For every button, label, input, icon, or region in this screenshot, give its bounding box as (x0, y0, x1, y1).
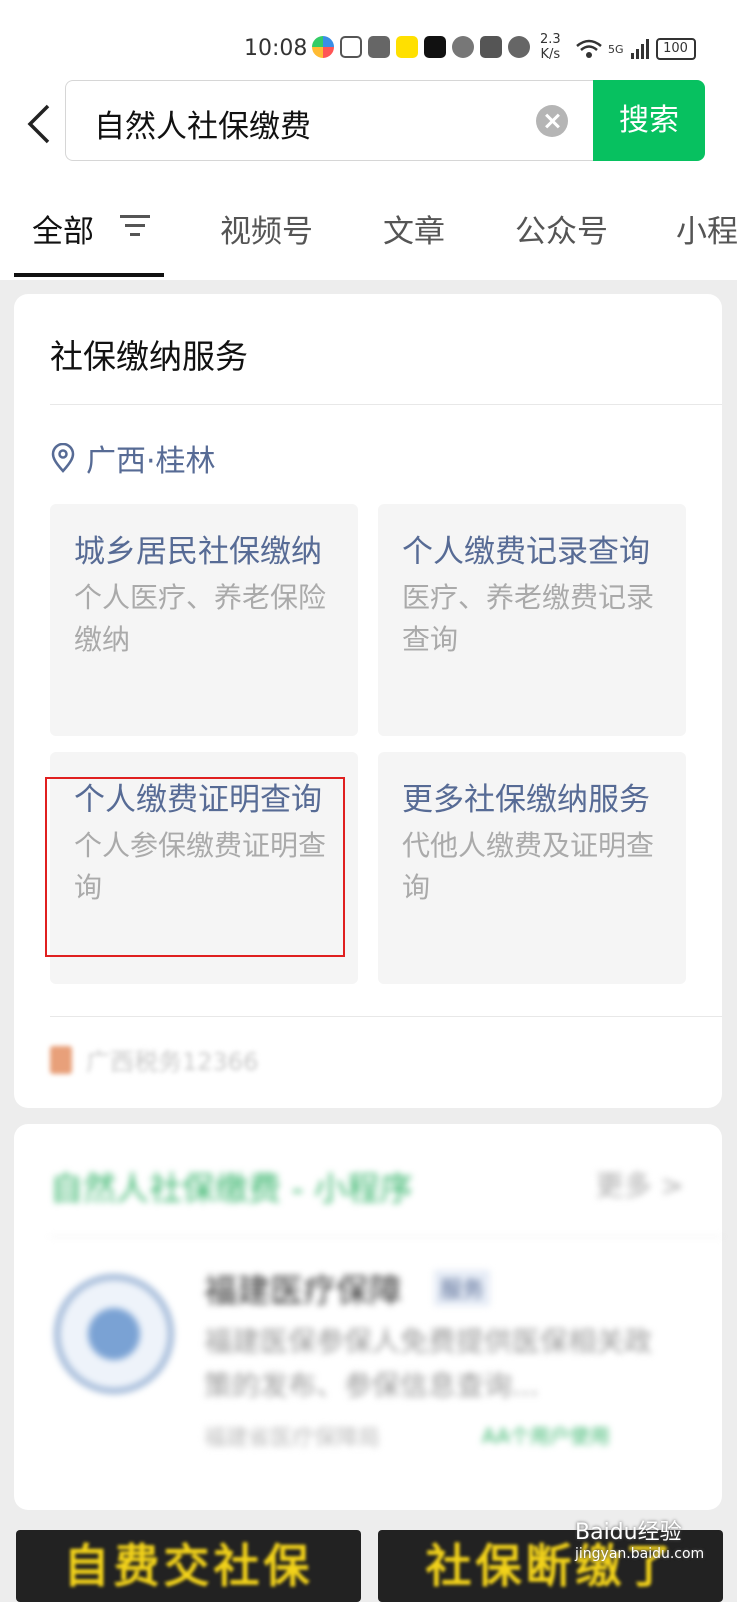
mini-program-section-title: 自然人社保缴费 - 小程序 (50, 1169, 413, 1208)
mini-program-tag: 服务 (434, 1270, 491, 1306)
app-notification-icon (312, 36, 334, 58)
alarm-icon (508, 36, 530, 58)
active-tab-indicator (14, 273, 164, 277)
mini-program-desc: 福建医保参保人免费提供医保相关政策的发布、参保信息查询... (204, 1325, 653, 1402)
mini-program-users: AA个用户使用 (482, 1424, 610, 1448)
search-button[interactable]: 搜索 (593, 80, 705, 161)
tab-channels[interactable]: 视频号 (220, 206, 313, 251)
alipay-icon (340, 36, 362, 58)
service-tile-more-services[interactable]: 更多社保缴纳服务 代他人缴费及证明查询 (378, 752, 686, 984)
nfc-icon (452, 36, 474, 58)
divider (50, 1016, 722, 1017)
mini-program-card: 自然人社保缴费 - 小程序 更多 > 福建医疗保障 服务 福建医保参保人免费提供… (14, 1124, 722, 1510)
watermark-brand: Baidu经验 (575, 1520, 682, 1545)
video-thumbnail-1[interactable]: 自费交社保 (16, 1530, 361, 1602)
tab-miniprograms[interactable]: 小程 (676, 206, 737, 251)
tab-articles[interactable]: 文章 (383, 206, 445, 251)
service-tile-payment-certificate[interactable]: 个人缴费证明查询 个人参保缴费证明查询 (50, 752, 358, 984)
tab-bar: 全部 视频号 文章 公众号 小程 (0, 170, 737, 280)
tile-title: 更多社保缴纳服务 (402, 782, 650, 818)
tile-desc: 个人参保缴费证明查询 (74, 829, 327, 904)
back-arrow-icon[interactable] (26, 104, 52, 144)
search-header: 自然人社保缴费 搜索 (0, 80, 737, 170)
baidu-watermark: Baidu经验 jingyan.baidu.com (575, 1514, 704, 1562)
shield-icon (368, 36, 390, 58)
more-link[interactable]: 更多 > (596, 1164, 684, 1204)
video-thumbnail-text: 自费交社保 (63, 1539, 314, 1593)
signal-icon (630, 39, 649, 59)
speed-unit: K/s (540, 47, 561, 62)
mini-program-name[interactable]: 福建医疗保障 (204, 1264, 402, 1312)
tile-title: 个人缴费记录查询 (402, 534, 650, 570)
tab-all[interactable]: 全部 (32, 206, 94, 251)
tile-desc: 医疗、养老缴费记录查询 (402, 581, 655, 656)
service-card-title: 社保缴纳服务 (50, 337, 248, 376)
battery-icon: 100 (655, 38, 696, 60)
divider (50, 404, 722, 405)
service-source[interactable]: 广西税务12366 (50, 1042, 258, 1077)
tile-desc: 代他人缴费及证明查询 (402, 829, 655, 904)
wifi-icon (576, 39, 602, 58)
tile-desc: 个人医疗、养老保险缴纳 (74, 581, 327, 656)
speed-value: 2.3 (540, 32, 561, 47)
tile-title: 个人缴费证明查询 (74, 782, 322, 818)
yy-icon (396, 36, 418, 58)
search-input[interactable]: 自然人社保缴费 (65, 80, 593, 161)
source-logo-icon (50, 1045, 72, 1074)
service-tile-resident-payment[interactable]: 城乡居民社保缴纳 个人医疗、养老保险缴纳 (50, 504, 358, 736)
nfc-n-icon (480, 36, 502, 58)
service-tile-payment-records[interactable]: 个人缴费记录查询 医疗、养老缴费记录查询 (378, 504, 686, 736)
tiktok-icon (424, 36, 446, 58)
network-speed: 2.3 K/s (540, 32, 561, 62)
search-query-text[interactable]: 自然人社保缴费 (94, 101, 311, 146)
status-right: 5G 100 (576, 38, 696, 60)
signal-label: 5G (608, 42, 624, 56)
status-time: 10:08 (244, 36, 308, 61)
watermark-url: jingyan.baidu.com (575, 1546, 705, 1562)
tile-title: 城乡居民社保缴纳 (74, 534, 322, 570)
source-label: 广西税务12366 (86, 1048, 259, 1076)
notification-icons (312, 36, 530, 58)
tab-accounts[interactable]: 公众号 (515, 206, 608, 251)
mini-program-logo[interactable] (54, 1274, 174, 1394)
location-label: 广西·桂林 (86, 444, 216, 479)
mini-program-publisher: 福建省医疗保障局 (204, 1426, 381, 1451)
divider (50, 1236, 722, 1237)
service-card: 社保缴纳服务 广西·桂林 城乡居民社保缴纳 个人医疗、养老保险缴纳 个人缴费记录… (14, 294, 722, 1108)
filter-icon[interactable] (120, 213, 150, 237)
clear-icon[interactable] (536, 105, 568, 137)
status-bar: 10:08 2.3 K/s 5G 100 (0, 0, 737, 80)
location-pin-icon (51, 443, 75, 473)
location-selector[interactable]: 广西·桂林 (50, 436, 216, 480)
